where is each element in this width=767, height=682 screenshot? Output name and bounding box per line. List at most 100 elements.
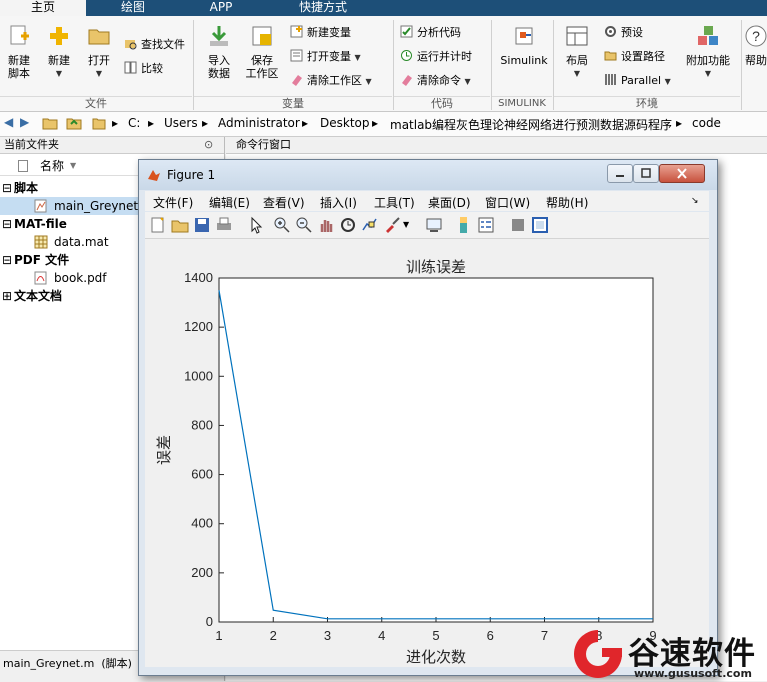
help-button[interactable]: ? 帮助 <box>744 24 767 67</box>
path-separator: ▸ <box>676 116 683 130</box>
brush-icon[interactable] <box>383 216 401 234</box>
open-variable-button[interactable]: 打开变量 ▼ <box>290 48 361 66</box>
figure-window[interactable]: Figure 1 文件(F) 编辑(E) 查看(V) 插入(I) 工具(T) 桌… <box>138 159 718 676</box>
minimize-button[interactable] <box>607 164 633 183</box>
path-segment[interactable]: code <box>692 116 721 130</box>
menu-view[interactable]: 查看(V) <box>263 194 305 211</box>
new-variable-icon <box>290 25 303 38</box>
path-segment[interactable]: Administrator <box>218 116 300 130</box>
figure-canvas[interactable]: 0 200 400 600 800 1000 1200 1400 123456789 训练误差… <box>145 239 709 667</box>
x-tick-label: 2 <box>270 628 277 643</box>
close-button[interactable] <box>659 164 705 183</box>
save-icon[interactable] <box>193 216 211 234</box>
path-segment[interactable]: C: <box>128 116 140 130</box>
chevron-down-icon[interactable]: ▼ <box>403 220 409 229</box>
compare-button[interactable]: 比较 <box>124 60 163 78</box>
maximize-button[interactable] <box>633 164 659 183</box>
folder-up-icon[interactable] <box>42 116 58 130</box>
data-cursor-icon[interactable] <box>361 216 379 234</box>
colorbar-icon[interactable] <box>455 216 473 234</box>
browse-folder-icon[interactable] <box>66 116 82 130</box>
compare-label: 比较 <box>141 62 163 75</box>
ribbon: 新建 脚本 新建 ▼ 打开 ▼ 查找文件 比较 文件 导入 数据 保存 工作区 … <box>0 16 767 112</box>
new-button[interactable]: 新建 ▼ <box>42 24 76 80</box>
hide-plot-tools-icon[interactable] <box>509 216 527 234</box>
folder-icon <box>92 118 106 130</box>
menu-help[interactable]: 帮助(H) <box>546 194 588 211</box>
analyze-code-button[interactable]: 分析代码 <box>400 24 461 42</box>
link-plot-icon[interactable] <box>425 216 443 234</box>
simulink-button[interactable]: Simulink <box>498 24 550 67</box>
menu-overflow-icon[interactable]: ↘ <box>691 196 699 206</box>
pan-hand-icon[interactable] <box>317 216 335 234</box>
open-button[interactable]: 打开 ▼ <box>82 24 116 80</box>
x-tick-label: 4 <box>378 628 385 643</box>
collapse-icon[interactable]: ⊟ <box>2 179 12 197</box>
plus-icon <box>50 27 68 45</box>
path-segment[interactable]: Desktop <box>320 116 370 130</box>
y-tick-label: 600 <box>191 467 213 482</box>
import-data-button[interactable]: 导入 数据 <box>202 24 236 80</box>
forward-icon[interactable]: ▶ <box>20 115 29 129</box>
preferences-button[interactable]: 预设 <box>604 24 643 42</box>
path-separator: ▸ <box>202 116 209 130</box>
parallel-button[interactable]: Parallel ▼ <box>604 72 671 90</box>
edit-plot-arrow-icon[interactable] <box>247 216 265 234</box>
group-label: PDF 文件 <box>14 253 70 267</box>
new-script-button[interactable]: 新建 脚本 <box>2 24 36 80</box>
menu-file[interactable]: 文件(F) <box>153 194 193 211</box>
collapse-icon[interactable]: ⊟ <box>2 215 12 233</box>
path-segment[interactable]: matlab编程灰色理论神经网络进行预测数据源码程序 <box>390 116 672 133</box>
x-tick-label: 3 <box>324 628 331 643</box>
training-error-chart[interactable]: 0200400600800100012001400 123456789 训练误差… <box>145 239 709 667</box>
import-icon <box>210 26 228 46</box>
show-plot-tools-icon[interactable] <box>531 216 549 234</box>
collapse-icon[interactable]: ⊟ <box>2 251 12 269</box>
expand-icon[interactable]: ⊞ <box>2 287 12 305</box>
tab-plots[interactable]: 绘图 <box>88 0 178 16</box>
minimize-icon <box>616 175 624 177</box>
x-tick-label: 7 <box>541 628 548 643</box>
find-files-button[interactable]: 查找文件 <box>124 36 185 54</box>
tab-shortcuts[interactable]: 快捷方式 <box>264 0 382 16</box>
back-icon[interactable]: ◀ <box>4 115 13 129</box>
menu-window[interactable]: 窗口(W) <box>485 194 530 211</box>
rotate-3d-icon[interactable] <box>339 216 357 234</box>
menu-tools[interactable]: 工具(T) <box>374 194 415 211</box>
zoom-out-icon[interactable] <box>295 216 313 234</box>
clear-commands-label: 清除命令 <box>417 74 461 87</box>
print-icon[interactable] <box>215 216 233 234</box>
addons-button[interactable]: 附加功能 ▼ <box>684 24 732 80</box>
clear-workspace-button[interactable]: 清除工作区 ▼ <box>290 72 372 90</box>
figure-title-bar[interactable]: Figure 1 <box>139 160 717 190</box>
menu-edit[interactable]: 编辑(E) <box>209 194 250 211</box>
parallel-icon <box>605 74 616 85</box>
save-workspace-button[interactable]: 保存 工作区 <box>242 24 282 80</box>
new-variable-button[interactable]: 新建变量 <box>290 24 351 42</box>
zoom-in-icon[interactable] <box>273 216 291 234</box>
layout-button[interactable]: 布局 ▼ <box>560 24 594 80</box>
chevron-down-icon: ▼ <box>464 77 471 86</box>
tab-home[interactable]: 主页 <box>0 0 86 16</box>
x-axis-label: 进化次数 <box>406 648 466 666</box>
menu-insert[interactable]: 插入(I) <box>320 194 357 211</box>
new-label: 新建 <box>48 54 70 67</box>
new-figure-icon[interactable] <box>149 216 167 234</box>
legend-icon[interactable] <box>477 216 495 234</box>
folder-path-icon <box>604 51 617 61</box>
path-segment[interactable]: Users <box>164 116 198 130</box>
clear-commands-button[interactable]: 清除命令 ▼ <box>400 72 471 90</box>
chevron-down-icon: ▼ <box>55 69 63 78</box>
open-file-icon[interactable] <box>171 216 189 234</box>
menu-desktop[interactable]: 桌面(D) <box>428 194 471 211</box>
y-tick-label: 200 <box>191 565 213 580</box>
tab-apps[interactable]: APP <box>180 0 262 16</box>
panel-menu-icon[interactable]: ⊙ <box>204 137 213 153</box>
new-script-icon <box>10 25 29 45</box>
run-and-time-button[interactable]: 运行并计时 <box>400 48 472 66</box>
matlab-logo-icon <box>148 170 160 181</box>
chevron-down-icon: ▼ <box>354 53 361 62</box>
current-folder-header: 当前文件夹 ⊙ <box>0 137 224 154</box>
set-path-button[interactable]: 设置路径 <box>604 48 665 66</box>
file-type-icon <box>18 160 28 172</box>
